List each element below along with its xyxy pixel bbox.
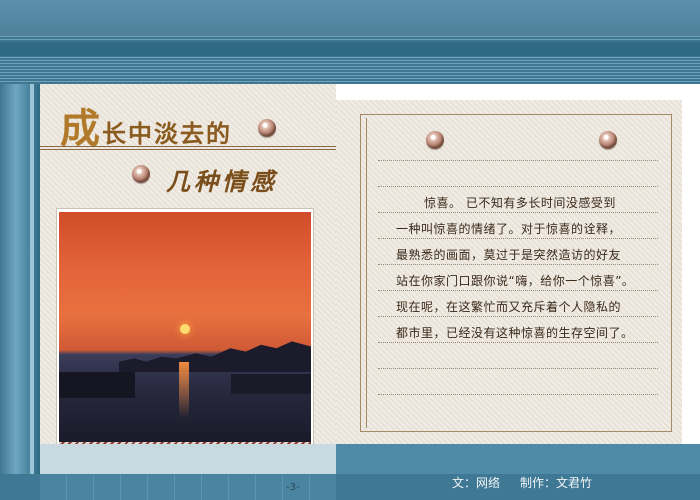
- bead-icon: [258, 119, 276, 137]
- bead-icon: [426, 131, 444, 149]
- poem-line: 现在呢，在这繁忙而又充斥着个人隐私的: [396, 300, 622, 314]
- note-margin-line: [366, 118, 367, 428]
- note-rule: [378, 212, 658, 213]
- header-stripes: [0, 36, 700, 84]
- title-first-char: 成: [60, 105, 102, 152]
- poem-line: 都市里，已经没有这种惊喜的生存空间了。: [396, 326, 634, 340]
- note-rule: [378, 264, 658, 265]
- city-skyline: [119, 341, 311, 372]
- poem-line: 最熟悉的画面，莫过于是突然造访的好友: [396, 248, 622, 262]
- poem-line: 惊喜。 已不知有多长时间没感受到: [424, 196, 616, 210]
- title-line-2: 几种情感: [166, 167, 278, 196]
- credits: 文：网络 制作：文君竹: [452, 474, 592, 491]
- pier-right: [231, 374, 311, 394]
- note-rule: [378, 238, 658, 239]
- note-rule: [378, 368, 658, 369]
- sunset-harbor-photo: [59, 212, 311, 442]
- pier-left: [59, 372, 135, 398]
- note-rule: [378, 186, 658, 187]
- left-decor-column: [0, 84, 40, 500]
- title-divider: [40, 146, 336, 150]
- note-rule: [378, 394, 658, 395]
- sun-reflection: [179, 362, 189, 418]
- header-band: [0, 0, 700, 36]
- poem-line: 一种叫惊喜的情绪了。对于惊喜的诠释，: [396, 222, 622, 236]
- note-rule: [378, 316, 658, 317]
- maker-credit: 制作：文君竹: [520, 476, 593, 490]
- title-line-1-rest: 长中淡去的: [102, 119, 232, 148]
- source-credit: 文：网络: [452, 476, 501, 490]
- note-rule: [378, 290, 658, 291]
- sun: [180, 324, 190, 334]
- page-number: -3-: [286, 482, 300, 493]
- note-rule: [378, 342, 658, 343]
- poem-line: 站在你家门口跟你说“嗨，给你一个惊喜”。: [396, 274, 635, 288]
- bead-icon: [132, 165, 150, 183]
- note-rule: [378, 160, 658, 161]
- bead-icon: [599, 131, 617, 149]
- footer-light-band: [40, 444, 336, 474]
